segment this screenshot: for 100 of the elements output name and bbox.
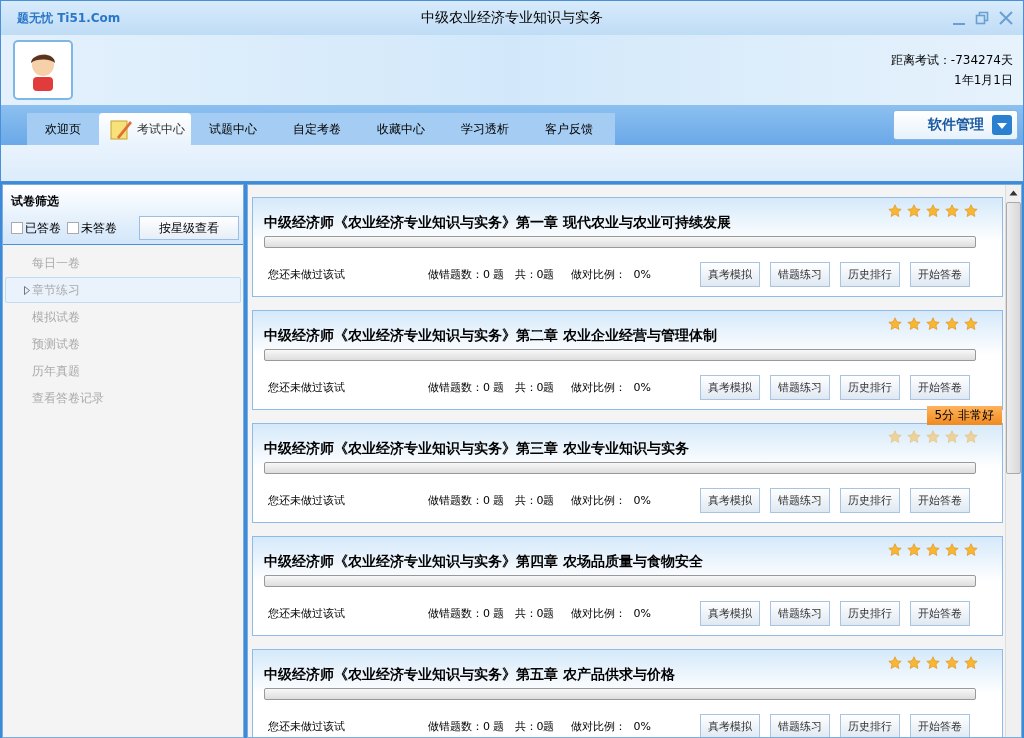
star-icon [945, 317, 959, 331]
scrollbar-thumb[interactable] [1006, 202, 1021, 474]
star-icon [926, 430, 940, 444]
exam-date: 1年1月1日 [953, 72, 1013, 89]
star-icon [926, 543, 940, 557]
star-filter-button[interactable]: 按星级查看 [139, 216, 239, 240]
star-icon [926, 656, 940, 670]
paper-action-button[interactable]: 错题练习 [770, 488, 830, 513]
filter-checkbox[interactable]: 已答卷 [11, 219, 61, 237]
star-icon [964, 204, 978, 218]
ratio-value: 0% [633, 381, 651, 394]
star-icon [888, 317, 902, 331]
nav-tab[interactable]: 客户反馈 [527, 113, 611, 145]
paper-action-button[interactable]: 历史排行 [840, 714, 900, 737]
star-icon [926, 204, 940, 218]
star-icon [888, 204, 902, 218]
star-rating[interactable] [888, 543, 978, 557]
notepad-pencil-icon [109, 117, 133, 141]
star-icon [907, 317, 921, 331]
close-button[interactable] [997, 9, 1015, 27]
minimize-icon [953, 23, 965, 25]
paper-action-button[interactable]: 历史排行 [840, 601, 900, 626]
paper-action-button[interactable]: 真考模拟 [700, 375, 760, 400]
nav-tab[interactable]: 自定考卷 [275, 113, 359, 145]
star-rating[interactable] [888, 430, 978, 444]
ratio-value: 0% [633, 494, 651, 507]
ratio-value: 0% [633, 607, 651, 620]
wrong-count: 做错题数：0 题 [428, 380, 505, 395]
dropdown-icon [992, 115, 1012, 135]
paper-title: 中级经济师《农业经济专业知识与实务》第三章 农业专业知识与实务 [264, 440, 689, 458]
window-title: 中级农业经济专业知识与实务 [421, 9, 603, 27]
nav-tab[interactable]: 学习透析 [443, 113, 527, 145]
star-rating[interactable] [888, 317, 978, 331]
paper-action-button[interactable]: 错题练习 [770, 714, 830, 737]
nav-tab[interactable]: 试题中心 [191, 113, 275, 145]
paper-title: 中级经济师《农业经济专业知识与实务》第五章 农产品供求与价格 [264, 666, 675, 684]
paper-action-button[interactable]: 开始答卷 [910, 714, 970, 737]
paper-action-button[interactable]: 历史排行 [840, 375, 900, 400]
restore-button[interactable] [973, 9, 991, 27]
paper-action-button[interactable]: 真考模拟 [700, 601, 760, 626]
paper-action-button[interactable]: 真考模拟 [700, 488, 760, 513]
star-icon [945, 656, 959, 670]
status-text: 您还未做过该试 [267, 380, 346, 395]
star-icon [945, 204, 959, 218]
ratio-label: 做对比例： [570, 606, 626, 621]
star-icon [888, 430, 902, 444]
filter-title: 试卷筛选 [11, 193, 60, 210]
star-icon [907, 204, 921, 218]
paper-action-button[interactable]: 开始答卷 [910, 601, 970, 626]
ratio-label: 做对比例： [570, 719, 626, 734]
paper-title: 中级经济师《农业经济专业知识与实务》第一章 现代农业与农业可持续发展 [264, 214, 731, 232]
paper-action-button[interactable]: 错题练习 [770, 262, 830, 287]
status-text: 您还未做过该试 [267, 606, 346, 621]
paper-action-button[interactable]: 错题练习 [770, 601, 830, 626]
scroll-up-icon [1009, 190, 1018, 196]
countdown-text: 距离考试：-734274天 [890, 52, 1013, 69]
status-text: 您还未做过该试 [267, 267, 346, 282]
total-count: 共：0题 [514, 719, 555, 734]
rating-tooltip: 5分 非常好 [926, 406, 1002, 425]
close-icon [999, 11, 1013, 25]
nav-tab[interactable]: 收藏中心 [359, 113, 443, 145]
triangle-icon [24, 285, 30, 295]
ratio-label: 做对比例： [570, 493, 626, 508]
star-rating[interactable] [888, 656, 978, 670]
nav-tab[interactable]: 欢迎页 [27, 113, 99, 145]
logo-text: 题无忧 Ti51.Com [17, 9, 121, 27]
star-icon [888, 656, 902, 670]
wrong-count: 做错题数：0 题 [428, 606, 505, 621]
ratio-label: 做对比例： [570, 380, 626, 395]
paper-action-button[interactable]: 历史排行 [840, 488, 900, 513]
star-icon [907, 656, 921, 670]
star-icon [907, 543, 921, 557]
star-icon [964, 317, 978, 331]
paper-action-button[interactable]: 历史排行 [840, 262, 900, 287]
paper-title: 中级经济师《农业经济专业知识与实务》第四章 农场品质量与食物安全 [264, 553, 703, 571]
scrollbar[interactable] [1005, 185, 1021, 737]
star-rating[interactable] [888, 204, 978, 218]
ratio-value: 0% [633, 720, 651, 733]
paper-action-button[interactable]: 开始答卷 [910, 262, 970, 287]
star-icon [964, 543, 978, 557]
paper-action-button[interactable]: 真考模拟 [700, 714, 760, 737]
total-count: 共：0题 [514, 606, 555, 621]
paper-action-button[interactable]: 真考模拟 [700, 262, 760, 287]
filter-checkbox[interactable]: 未答卷 [67, 219, 117, 237]
nav-tab[interactable]: 考试中心 [99, 113, 191, 145]
paper-action-button[interactable]: 开始答卷 [910, 375, 970, 400]
paper-title: 中级经济师《农业经济专业知识与实务》第二章 农业企业经营与管理体制 [264, 327, 717, 345]
status-text: 您还未做过该试 [267, 719, 346, 734]
star-icon [888, 543, 902, 557]
paper-action-button[interactable]: 开始答卷 [910, 488, 970, 513]
total-count: 共：0题 [514, 380, 555, 395]
paper-action-button[interactable]: 错题练习 [770, 375, 830, 400]
star-icon [945, 430, 959, 444]
status-text: 您还未做过该试 [267, 493, 346, 508]
ratio-value: 0% [633, 268, 651, 281]
wrong-count: 做错题数：0 题 [428, 493, 505, 508]
ratio-label: 做对比例： [570, 267, 626, 282]
star-icon [926, 317, 940, 331]
wrong-count: 做错题数：0 题 [428, 267, 505, 282]
software-manage-button[interactable]: 软件管理 [893, 110, 1018, 140]
